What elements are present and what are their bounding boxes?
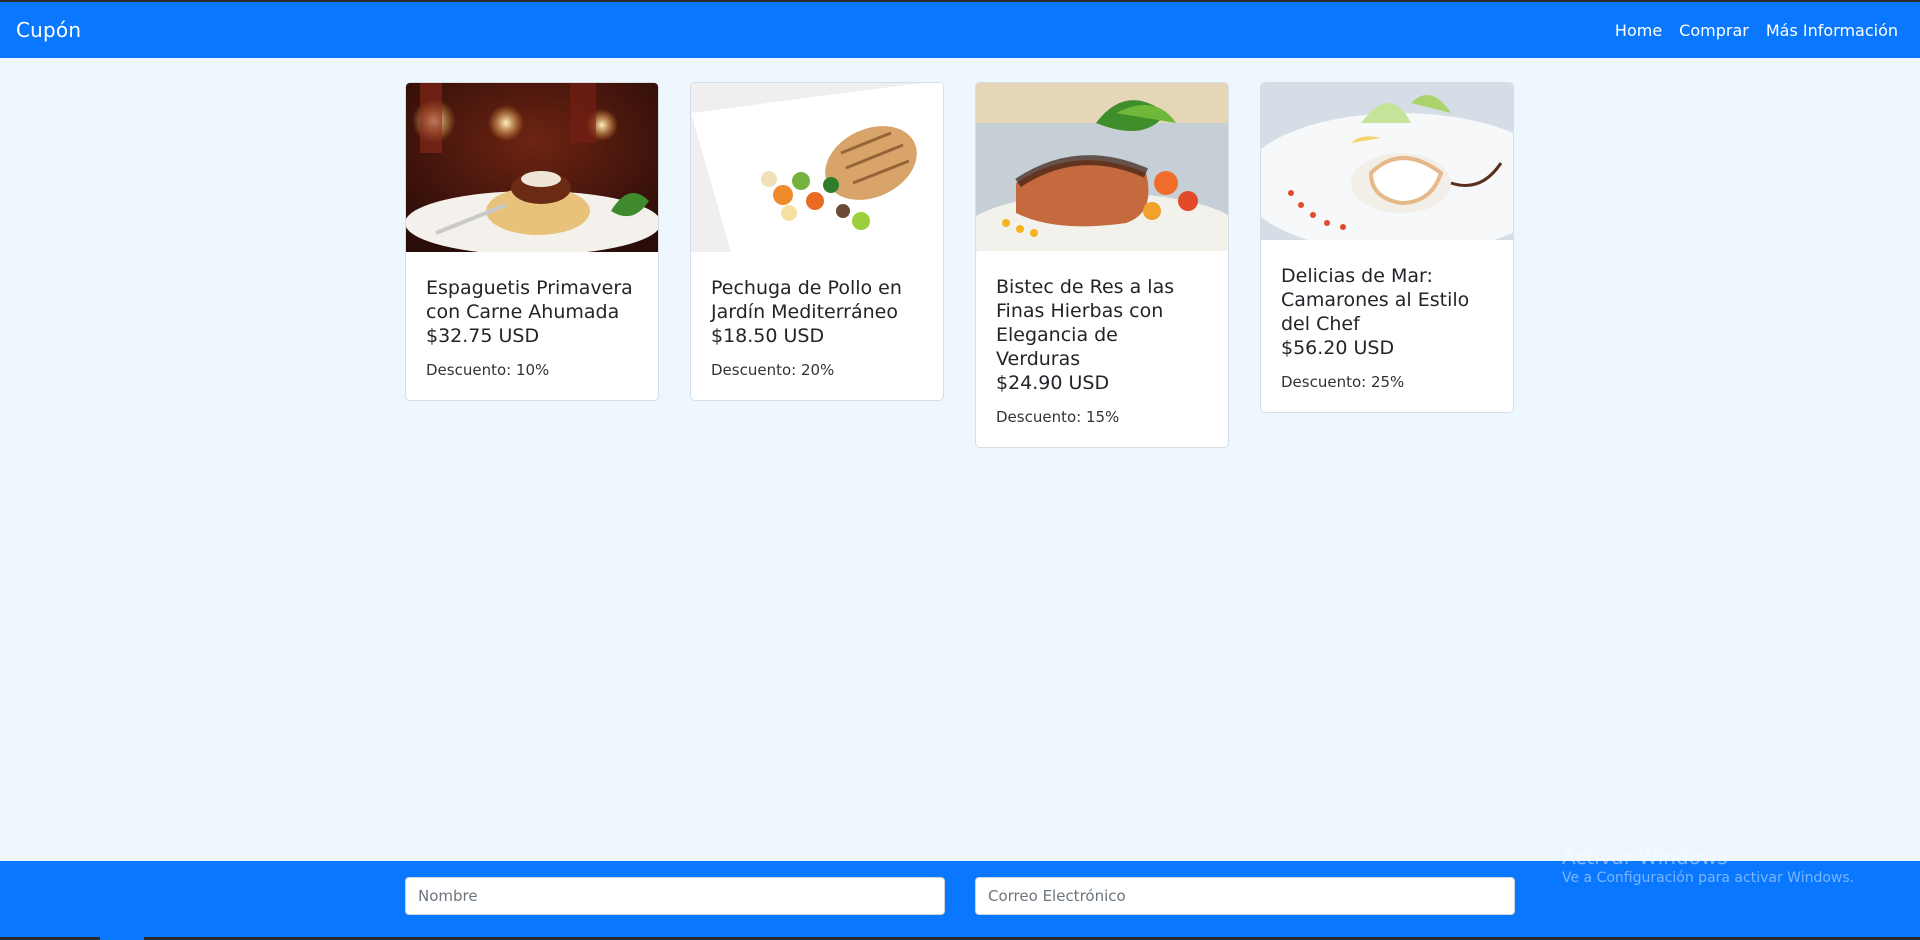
product-price: $18.50 USD bbox=[711, 325, 825, 347]
windows-activation-watermark: Activar Windows Ve a Configuración para … bbox=[1562, 845, 1854, 887]
product-discount: Descuento: 15% bbox=[996, 408, 1120, 426]
product-card[interactable]: Bistec de Res a las Finas Hierbas con El… bbox=[975, 82, 1229, 448]
card-body: Espaguetis Primavera con Carne Ahumada $… bbox=[406, 256, 658, 400]
product-card[interactable]: Espaguetis Primavera con Carne Ahumada $… bbox=[405, 82, 659, 401]
product-discount: Descuento: 10% bbox=[426, 361, 550, 379]
product-price: $32.75 USD bbox=[426, 325, 540, 347]
product-price: $56.20 USD bbox=[1281, 337, 1395, 359]
product-title: Delicias de Mar: Camarones al Estilo del… bbox=[1281, 265, 1470, 335]
seafood-image bbox=[1261, 83, 1513, 244]
product-price: $24.90 USD bbox=[996, 372, 1110, 394]
product-card[interactable]: Pechuga de Pollo en Jardín Mediterráneo … bbox=[690, 82, 944, 401]
spaghetti-image bbox=[406, 83, 658, 256]
product-title: Bistec de Res a las Finas Hierbas con El… bbox=[996, 276, 1175, 370]
navbar: Cupón Home Comprar Más Información bbox=[0, 2, 1920, 58]
name-input[interactable] bbox=[405, 877, 945, 915]
product-card[interactable]: Delicias de Mar: Camarones al Estilo del… bbox=[1260, 82, 1514, 413]
nav-links: Home Comprar Más Información bbox=[1615, 21, 1898, 40]
product-cards: Espaguetis Primavera con Carne Ahumada $… bbox=[405, 82, 1514, 448]
nav-link-comprar[interactable]: Comprar bbox=[1679, 21, 1749, 40]
watermark-title: Activar Windows bbox=[1562, 845, 1728, 869]
steak-image bbox=[976, 83, 1228, 255]
nav-link-home[interactable]: Home bbox=[1615, 21, 1662, 40]
brand-link[interactable]: Cupón bbox=[16, 18, 81, 42]
product-discount: Descuento: 25% bbox=[1281, 373, 1405, 391]
product-title: Pechuga de Pollo en Jardín Mediterráneo bbox=[711, 277, 902, 323]
card-body: Bistec de Res a las Finas Hierbas con El… bbox=[976, 255, 1228, 447]
card-body: Pechuga de Pollo en Jardín Mediterráneo … bbox=[691, 256, 943, 400]
chicken-image bbox=[691, 83, 943, 256]
card-body: Delicias de Mar: Camarones al Estilo del… bbox=[1261, 244, 1513, 412]
email-input[interactable] bbox=[975, 877, 1515, 915]
product-discount: Descuento: 20% bbox=[711, 361, 835, 379]
product-title: Espaguetis Primavera con Carne Ahumada bbox=[426, 277, 633, 323]
watermark-subtitle: Ve a Configuración para activar Windows. bbox=[1562, 870, 1855, 886]
nav-link-mas-informacion[interactable]: Más Información bbox=[1766, 21, 1898, 40]
